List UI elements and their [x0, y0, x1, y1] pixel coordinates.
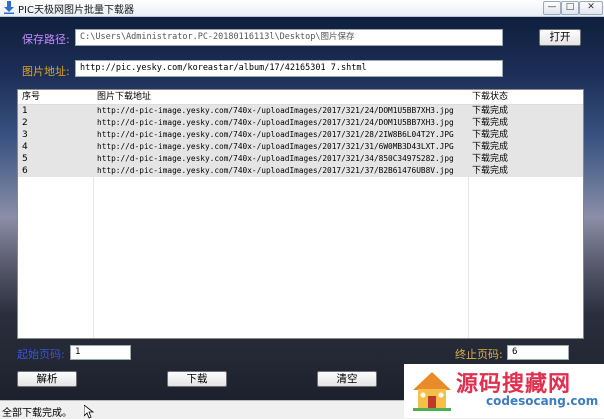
image-url-field[interactable]: http://pic.yesky.com/koreastar/album/17/…: [75, 60, 503, 77]
title-bar: PIC天极网图片批量下载器 — □ ✕: [0, 0, 604, 17]
image-url-label: 图片地址:: [22, 65, 70, 78]
end-page-field[interactable]: 6: [507, 345, 569, 360]
start-page-field[interactable]: 1: [70, 345, 131, 360]
start-page-label: 起始页码:: [17, 348, 65, 361]
parse-button[interactable]: 解析: [17, 371, 77, 387]
row-url: http://d-pic-image.yesky.com/740x-/uploa…: [97, 106, 454, 115]
row-id: 5: [22, 154, 28, 164]
row-status: 下载完成: [472, 106, 509, 116]
row-url: http://d-pic-image.yesky.com/740x-/uploa…: [97, 154, 454, 163]
save-path-field[interactable]: C:\Users\Administrator.PC-20180116113l\D…: [75, 29, 503, 46]
row-url: http://d-pic-image.yesky.com/740x-/uploa…: [97, 166, 454, 175]
table-row[interactable]: 4 http://d-pic-image.yesky.com/740x-/upl…: [18, 141, 583, 153]
download-list[interactable]: 序号 图片下载地址 下载状态 1 http://d-pic-image.yesk…: [17, 89, 584, 339]
table-row[interactable]: 2 http://d-pic-image.yesky.com/740x-/upl…: [18, 117, 583, 129]
header-id[interactable]: 序号: [22, 90, 92, 104]
watermark-badge: 源码搜藏网 codesocang.com: [404, 364, 604, 418]
row-status: 下载完成: [472, 154, 509, 164]
house-logo-icon: [413, 372, 451, 411]
row-url: http://d-pic-image.yesky.com/740x-/uploa…: [97, 130, 454, 139]
status-text: 全部下载完成。: [2, 408, 72, 419]
table-row[interactable]: 5 http://d-pic-image.yesky.com/740x-/upl…: [18, 153, 583, 165]
header-url[interactable]: 图片下载地址: [97, 90, 467, 104]
download-button[interactable]: 下载: [167, 371, 227, 387]
open-button[interactable]: 打开: [539, 29, 581, 46]
row-status: 下载完成: [472, 130, 509, 140]
table-row[interactable]: 1 http://d-pic-image.yesky.com/740x-/upl…: [18, 105, 583, 117]
close-button[interactable]: ✕: [579, 1, 603, 15]
list-header: 序号 图片下载地址 下载状态: [18, 90, 583, 105]
app-window: PIC天极网图片批量下载器 — □ ✕ 保存路径: C:\Users\Admin…: [0, 0, 604, 419]
row-status: 下载完成: [472, 142, 509, 152]
watermark-subtitle: codesocang.com: [486, 394, 599, 408]
row-url: http://d-pic-image.yesky.com/740x-/uploa…: [97, 142, 454, 151]
row-id: 2: [22, 118, 28, 128]
end-page-label: 终止页码:: [455, 348, 503, 361]
window-title: PIC天极网图片批量下载器: [18, 5, 134, 16]
header-status[interactable]: 下载状态: [472, 90, 572, 104]
minimize-button[interactable]: —: [543, 1, 561, 15]
table-row[interactable]: 3 http://d-pic-image.yesky.com/740x-/upl…: [18, 129, 583, 141]
save-path-label: 保存路径:: [22, 33, 70, 46]
table-row[interactable]: 6 http://d-pic-image.yesky.com/740x-/upl…: [18, 165, 583, 177]
row-id: 3: [22, 130, 28, 140]
mouse-cursor-icon: [84, 405, 94, 419]
row-id: 4: [22, 142, 28, 152]
clear-button[interactable]: 清空: [317, 371, 377, 387]
row-url: http://d-pic-image.yesky.com/740x-/uploa…: [97, 118, 454, 127]
row-status: 下载完成: [472, 118, 509, 128]
row-id: 6: [22, 166, 28, 176]
row-status: 下载完成: [472, 166, 509, 176]
maximize-button[interactable]: □: [561, 1, 579, 15]
row-id: 1: [22, 106, 28, 116]
download-arrow-icon: [4, 1, 14, 14]
